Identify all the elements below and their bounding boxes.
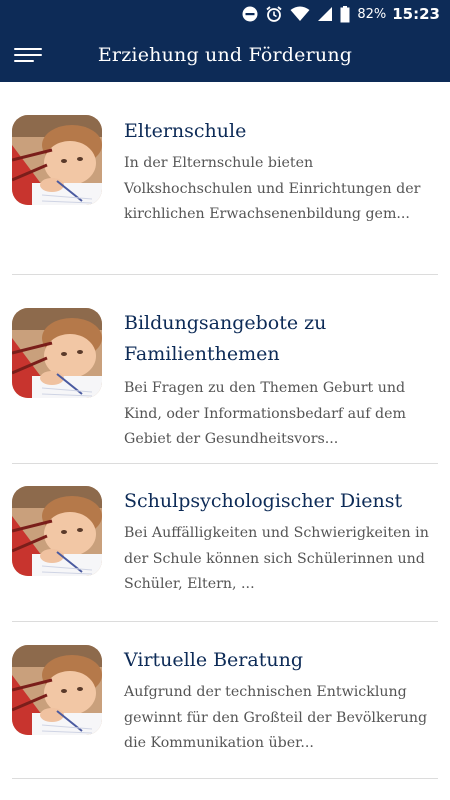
- list-item-bildungsangebote[interactable]: Bildungsangebote zu Familienthemen Bei F…: [12, 275, 438, 464]
- do-not-disturb-icon: [242, 6, 258, 22]
- list-item-text: Elternschule In der Elternschule bieten …: [124, 115, 438, 228]
- page-title: Erziehung und Förderung: [97, 44, 353, 66]
- list-item-text: Virtuelle Beratung Aufgrund der technisc…: [124, 645, 438, 757]
- wifi-icon: [290, 6, 310, 22]
- list-item-title: Schulpsychologischer Dienst: [124, 490, 403, 512]
- list-item-description: Bei Fragen zu den Themen Geburt und Kind…: [124, 380, 406, 447]
- list-item-description: Aufgrund der technischen Entwicklung gew…: [124, 684, 428, 751]
- list-item-text: Schulpsychologischer Dienst Bei Auffälli…: [124, 486, 438, 598]
- list-item-title: Elternschule: [124, 120, 247, 142]
- child-writing-photo: [12, 115, 102, 205]
- clock: 15:23: [392, 5, 440, 23]
- signal-icon: [317, 6, 333, 22]
- child-writing-photo: [12, 486, 102, 576]
- app-bar: Erziehung und Förderung: [0, 28, 450, 82]
- alarm-icon: [265, 5, 283, 23]
- list-item-elternschule[interactable]: Elternschule In der Elternschule bieten …: [12, 82, 438, 275]
- status-bar: 82% 15:23: [0, 0, 450, 28]
- list-item-schulpsychologischer-dienst[interactable]: Schulpsychologischer Dienst Bei Auffälli…: [12, 464, 438, 622]
- list-item-title: Bildungsangebote zu Familienthemen: [124, 312, 327, 365]
- list-item-virtuelle-beratung[interactable]: Virtuelle Beratung Aufgrund der technisc…: [12, 622, 438, 779]
- child-writing-photo: [12, 308, 102, 398]
- battery-percentage: 82%: [357, 6, 387, 22]
- list-item-title: Virtuelle Beratung: [124, 649, 303, 671]
- battery-icon: [340, 5, 350, 23]
- topic-list: Elternschule In der Elternschule bieten …: [0, 82, 450, 779]
- list-item-description: In der Elternschule bieten Volkshochschu…: [124, 155, 421, 222]
- list-item-text: Bildungsangebote zu Familienthemen Bei F…: [124, 308, 438, 453]
- child-writing-photo: [12, 645, 102, 735]
- list-item-description: Bei Auffälligkeiten und Schwierigkeiten …: [124, 525, 429, 592]
